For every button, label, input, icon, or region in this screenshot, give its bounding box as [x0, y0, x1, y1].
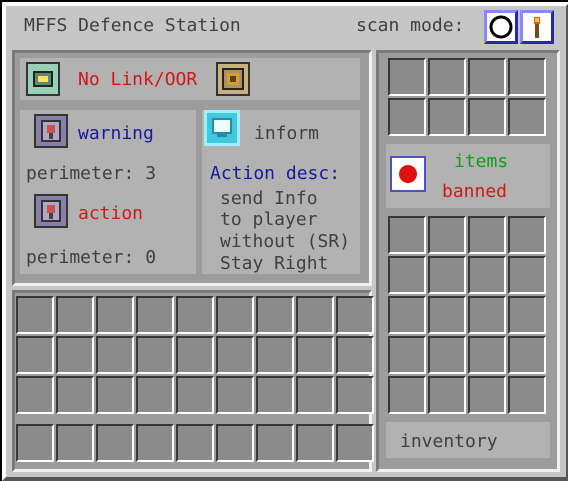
hotbar-slot[interactable]: [216, 424, 254, 462]
inventory-slot[interactable]: [296, 376, 334, 414]
filter-mode-button[interactable]: [390, 156, 426, 192]
action-desc-line: to player: [220, 209, 318, 230]
hotbar-slot[interactable]: [256, 424, 294, 462]
upper-filter-slot[interactable]: [468, 98, 506, 136]
inventory-slot[interactable]: [136, 336, 174, 374]
inventory-slot[interactable]: [296, 336, 334, 374]
action-toggle-icon[interactable]: [34, 194, 68, 228]
upper-filter-slot[interactable]: [388, 58, 426, 96]
inventory-slot[interactable]: [256, 296, 294, 334]
inventory-slot[interactable]: [216, 376, 254, 414]
inform-mode-icon[interactable]: [204, 110, 240, 146]
filter-slot[interactable]: [428, 296, 466, 334]
filter-slot[interactable]: [388, 296, 426, 334]
action-desc-line: send Info: [220, 188, 318, 209]
inventory-slot[interactable]: [176, 336, 214, 374]
hotbar-slot[interactable]: [176, 424, 214, 462]
defence-station-window: MFFS Defence Station scan mode: No Link/…: [2, 2, 568, 481]
inventory-slot[interactable]: [336, 336, 374, 374]
inventory-slot[interactable]: [96, 336, 134, 374]
scan-mode-label: scan mode:: [356, 15, 465, 36]
red-dot-icon: [399, 165, 417, 183]
filter-slot[interactable]: [468, 336, 506, 374]
upper-filter-slot[interactable]: [428, 58, 466, 96]
filter-slot[interactable]: [428, 256, 466, 294]
scan-mode-torch-button[interactable]: [520, 10, 554, 44]
filter-slot[interactable]: [468, 376, 506, 414]
filter-slot[interactable]: [388, 376, 426, 414]
action-desc-title: Action desc:: [210, 163, 341, 184]
filter-slot[interactable]: [428, 216, 466, 254]
filter-slot[interactable]: [508, 296, 546, 334]
torch-icon: [534, 17, 540, 38]
circle-icon: [489, 15, 513, 39]
inventory-slot[interactable]: [216, 336, 254, 374]
inventory-slot[interactable]: [336, 376, 374, 414]
warning-label: warning: [78, 123, 154, 144]
inventory-slot[interactable]: [256, 376, 294, 414]
hotbar-slot[interactable]: [16, 424, 54, 462]
action-desc-line: Stay Right: [220, 253, 329, 274]
filter-slot[interactable]: [388, 216, 426, 254]
filter-slot[interactable]: [428, 336, 466, 374]
inventory-slot[interactable]: [176, 376, 214, 414]
hotbar-slot[interactable]: [336, 424, 374, 462]
inventory-slot[interactable]: [136, 376, 174, 414]
inventory-slot[interactable]: [336, 296, 374, 334]
inventory-slot[interactable]: [56, 376, 94, 414]
upper-filter-slot[interactable]: [388, 98, 426, 136]
banned-label: banned: [442, 181, 508, 202]
inventory-slot[interactable]: [56, 296, 94, 334]
inventory-slot[interactable]: [176, 296, 214, 334]
filter-slot[interactable]: [508, 256, 546, 294]
hotbar-slot[interactable]: [96, 424, 134, 462]
inventory-slot[interactable]: [16, 376, 54, 414]
filter-slot[interactable]: [428, 376, 466, 414]
inventory-slot[interactable]: [296, 296, 334, 334]
inform-label: inform: [254, 123, 320, 144]
filter-slot[interactable]: [468, 296, 506, 334]
inventory-slot[interactable]: [16, 296, 54, 334]
upper-filter-slot[interactable]: [468, 58, 506, 96]
filter-slot[interactable]: [508, 336, 546, 374]
link-status-text: No Link/OOR: [78, 69, 198, 90]
hotbar-slot[interactable]: [56, 424, 94, 462]
hotbar-slot[interactable]: [296, 424, 334, 462]
upper-filter-slot[interactable]: [508, 58, 546, 96]
warning-toggle-icon[interactable]: [34, 114, 68, 148]
action-desc-line: without (SR): [220, 231, 351, 252]
filter-slot[interactable]: [508, 376, 546, 414]
scan-mode-circle-button[interactable]: [484, 10, 518, 44]
inventory-label: inventory: [400, 431, 498, 452]
inventory-slot[interactable]: [96, 296, 134, 334]
inventory-slot[interactable]: [216, 296, 254, 334]
projector-card-slot-icon: [26, 62, 60, 96]
hotbar-slot[interactable]: [136, 424, 174, 462]
inventory-slot[interactable]: [56, 336, 94, 374]
filter-slot[interactable]: [508, 216, 546, 254]
warning-perimeter: perimeter: 3: [26, 163, 157, 184]
inventory-slot[interactable]: [256, 336, 294, 374]
filter-slot[interactable]: [388, 336, 426, 374]
items-label: items: [454, 151, 509, 172]
link-card-icon[interactable]: [216, 62, 250, 96]
action-perimeter: perimeter: 0: [26, 247, 157, 268]
upper-filter-slot[interactable]: [428, 98, 466, 136]
inventory-slot[interactable]: [96, 376, 134, 414]
filter-slot[interactable]: [468, 256, 506, 294]
filter-slot[interactable]: [468, 216, 506, 254]
filter-slot[interactable]: [388, 256, 426, 294]
inventory-slot[interactable]: [16, 336, 54, 374]
action-label: action: [78, 203, 144, 224]
inventory-slot[interactable]: [136, 296, 174, 334]
upper-filter-slot[interactable]: [508, 98, 546, 136]
window-title: MFFS Defence Station: [24, 15, 241, 36]
